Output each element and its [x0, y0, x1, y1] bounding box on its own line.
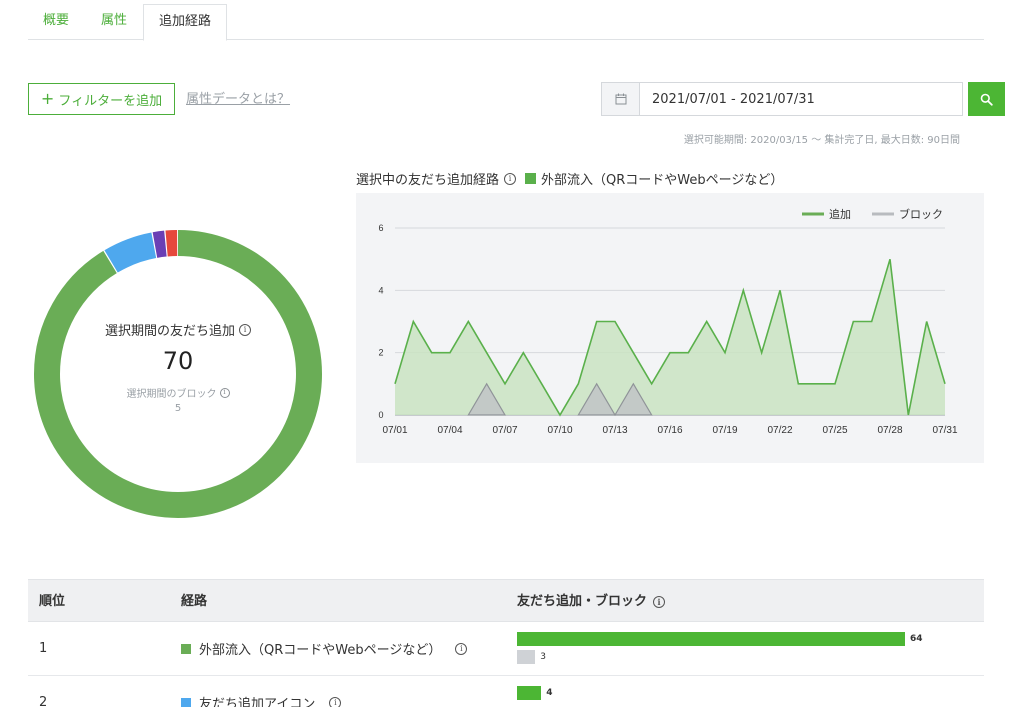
tab-add-routes[interactable]: 追加経路: [143, 4, 227, 41]
info-icon[interactable]: i: [504, 172, 517, 185]
x-tick-label: 07/28: [877, 425, 902, 436]
add-bar: [517, 632, 905, 646]
route-color-swatch: [181, 697, 191, 707]
table-body: 1 外部流入（QRコードやWebページなど） i 64 3 2 友だち追加アイコン i 4: [28, 622, 984, 707]
header-route: 経路: [181, 594, 208, 609]
x-tick-label: 07/13: [602, 425, 627, 436]
donut-segment[interactable]: [34, 230, 322, 518]
x-tick-label: 07/16: [657, 425, 682, 436]
add-bar-value: 64: [910, 634, 923, 644]
add-bar-row: 4: [517, 686, 553, 700]
rank-cell: 2: [39, 695, 48, 707]
x-tick-label: 07/25: [822, 425, 847, 436]
y-tick-label: 6: [378, 223, 383, 233]
add-bar: [517, 686, 542, 700]
x-tick-label: 07/10: [547, 425, 572, 436]
rank-cell: 1: [39, 641, 48, 656]
y-tick-label: 0: [378, 410, 383, 420]
route-label: 友だち追加アイコン: [199, 697, 316, 707]
table-row: 2 友だち追加アイコン i 4: [28, 676, 984, 707]
block-bar-row: 3: [517, 650, 546, 664]
add-filter-button[interactable]: + フィルターを追加: [28, 83, 175, 115]
plus-icon: +: [40, 89, 55, 108]
legend-label: 追加: [829, 207, 851, 221]
legend-label: ブロック: [899, 207, 943, 221]
table-row: 1 外部流入（QRコードやWebページなど） i 64 3: [28, 622, 984, 676]
header-adds: 友だち追加・ブロック i: [517, 580, 666, 623]
x-tick-label: 07/01: [382, 425, 407, 436]
date-range-picker: [601, 82, 963, 116]
table-header: 順位 経路 友だち追加・ブロック i: [28, 579, 984, 622]
y-tick-label: 2: [378, 348, 383, 358]
search-button[interactable]: [968, 82, 1005, 116]
route-label: 外部流入（QRコードやWebページなど）: [199, 643, 442, 658]
calendar-icon[interactable]: [602, 83, 640, 115]
series-label: 外部流入（QRコードやWebページなど）: [541, 173, 784, 188]
header-adds-text: 友だち追加・ブロック: [517, 594, 648, 609]
chart-header: 選択中の友だち追加経路 i 外部流入（QRコードやWebページなど）: [356, 169, 783, 188]
route-color-swatch: [181, 643, 191, 654]
series-color-swatch: [525, 173, 537, 184]
x-tick-label: 07/31: [932, 425, 957, 436]
chart-title: 選択中の友だち追加経路: [356, 173, 500, 188]
route-ranking-table: 順位 経路 友だち追加・ブロック i 1 外部流入（QRコードやWebページなど）…: [28, 579, 984, 707]
x-tick-label: 07/22: [767, 425, 792, 436]
tab-overview[interactable]: 概要: [28, 4, 84, 40]
area-chart: 0 2 4 6 07/01 07/04 07/07 07/10 07/13 07/16 07/19 0…: [378, 207, 957, 436]
y-tick-label: 4: [378, 285, 383, 295]
search-icon: [980, 93, 993, 106]
add-bar-row: 64: [517, 632, 923, 646]
attribute-data-help-link[interactable]: 属性データとは？: [186, 88, 290, 107]
date-range-input[interactable]: [640, 83, 962, 115]
tab-bar: 概要 属性 追加経路: [28, 4, 984, 41]
route-cell: 友だち追加アイコン i: [181, 676, 342, 707]
donut-chart: [34, 230, 322, 518]
x-tick-label: 07/04: [437, 425, 462, 436]
add-bar-value: 4: [546, 688, 553, 698]
route-cell: 外部流入（QRコードやWebページなど） i: [181, 622, 468, 675]
info-icon[interactable]: i: [329, 696, 342, 707]
line-chart-panel: 0 2 4 6 07/01 07/04 07/07 07/10 07/13 07/16 07/19 0…: [356, 193, 984, 463]
x-tick-label: 07/19: [712, 425, 737, 436]
info-icon[interactable]: i: [653, 595, 666, 608]
selectable-period-note: 選択可能期間: 2020/03/15 〜 集計完了日, 最大日数: 90日間: [683, 135, 960, 146]
x-tick-label: 07/07: [492, 425, 517, 436]
block-bar: [517, 650, 536, 664]
add-filter-label: フィルターを追加: [58, 93, 163, 109]
tab-attributes[interactable]: 属性: [86, 4, 142, 40]
block-bar-value: 3: [540, 652, 546, 662]
info-icon[interactable]: i: [455, 642, 468, 655]
header-rank: 順位: [39, 594, 66, 609]
